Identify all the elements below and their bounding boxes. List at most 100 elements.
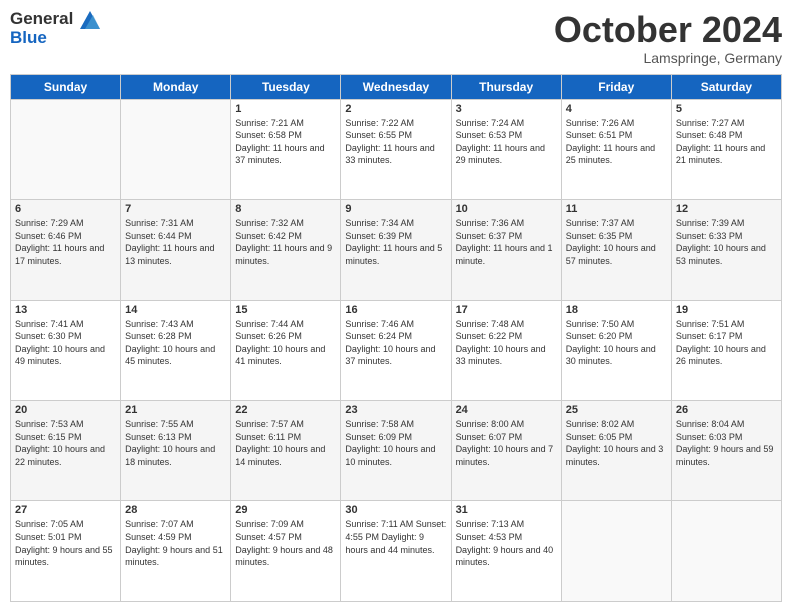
day-info: Sunrise: 7:55 AM Sunset: 6:13 PM Dayligh… xyxy=(125,418,226,468)
day-info: Sunrise: 7:31 AM Sunset: 6:44 PM Dayligh… xyxy=(125,217,226,267)
logo-blue: Blue xyxy=(10,29,100,48)
day-info: Sunrise: 7:53 AM Sunset: 6:15 PM Dayligh… xyxy=(15,418,116,468)
day-number: 1 xyxy=(235,103,336,115)
day-info: Sunrise: 7:34 AM Sunset: 6:39 PM Dayligh… xyxy=(345,217,446,267)
calendar-cell: 25 Sunrise: 8:02 AM Sunset: 6:05 PM Dayli… xyxy=(561,401,671,501)
day-number: 29 xyxy=(235,504,336,516)
page: General Blue October 2024 Lamspringe, Ge… xyxy=(0,0,792,612)
day-number: 19 xyxy=(676,304,777,316)
day-number: 16 xyxy=(345,304,446,316)
calendar-cell xyxy=(121,99,231,199)
day-info: Sunrise: 7:13 AM Sunset: 4:53 PM Dayligh… xyxy=(456,518,557,568)
day-info: Sunrise: 7:36 AM Sunset: 6:37 PM Dayligh… xyxy=(456,217,557,267)
calendar-cell: 21 Sunrise: 7:55 AM Sunset: 6:13 PM Dayli… xyxy=(121,401,231,501)
day-number: 11 xyxy=(566,203,667,215)
day-number: 12 xyxy=(676,203,777,215)
month-title: October 2024 xyxy=(554,10,782,50)
day-number: 14 xyxy=(125,304,226,316)
day-info: Sunrise: 7:48 AM Sunset: 6:22 PM Dayligh… xyxy=(456,318,557,368)
title-block: October 2024 Lamspringe, Germany xyxy=(554,10,782,66)
calendar-cell: 1 Sunrise: 7:21 AM Sunset: 6:58 PM Daylig… xyxy=(231,99,341,199)
day-number: 6 xyxy=(15,203,116,215)
day-number: 30 xyxy=(345,504,446,516)
calendar-cell: 17 Sunrise: 7:48 AM Sunset: 6:22 PM Dayli… xyxy=(451,300,561,400)
calendar-cell: 9 Sunrise: 7:34 AM Sunset: 6:39 PM Daylig… xyxy=(341,200,451,300)
day-info: Sunrise: 7:11 AM Sunset: 4:55 PM Dayligh… xyxy=(345,518,446,556)
day-info: Sunrise: 7:37 AM Sunset: 6:35 PM Dayligh… xyxy=(566,217,667,267)
calendar-table: Sunday Monday Tuesday Wednesday Thursday… xyxy=(10,74,782,602)
day-info: Sunrise: 7:05 AM Sunset: 5:01 PM Dayligh… xyxy=(15,518,116,568)
col-monday: Monday xyxy=(121,74,231,99)
col-wednesday: Wednesday xyxy=(341,74,451,99)
calendar-cell xyxy=(671,501,781,602)
calendar-week-row: 13Sunrise: 7:41 AM Sunset: 6:30 PM Dayli… xyxy=(11,300,782,400)
day-info: Sunrise: 7:46 AM Sunset: 6:24 PM Dayligh… xyxy=(345,318,446,368)
calendar-cell: 15 Sunrise: 7:44 AM Sunset: 6:26 PM Dayli… xyxy=(231,300,341,400)
day-info: Sunrise: 8:04 AM Sunset: 6:03 PM Dayligh… xyxy=(676,418,777,468)
calendar-cell: 18Sunrise: 7:50 AM Sunset: 6:20 PM Dayli… xyxy=(561,300,671,400)
calendar-cell: 13Sunrise: 7:41 AM Sunset: 6:30 PM Dayli… xyxy=(11,300,121,400)
day-number: 21 xyxy=(125,404,226,416)
calendar-cell xyxy=(561,501,671,602)
col-thursday: Thursday xyxy=(451,74,561,99)
day-info: Sunrise: 8:00 AM Sunset: 6:07 PM Dayligh… xyxy=(456,418,557,468)
calendar-header-row: Sunday Monday Tuesday Wednesday Thursday… xyxy=(11,74,782,99)
calendar-cell: 23Sunrise: 7:58 AM Sunset: 6:09 PM Dayli… xyxy=(341,401,451,501)
day-number: 17 xyxy=(456,304,557,316)
day-number: 10 xyxy=(456,203,557,215)
day-info: Sunrise: 7:50 AM Sunset: 6:20 PM Dayligh… xyxy=(566,318,667,368)
calendar-week-row: 6 Sunrise: 7:29 AM Sunset: 6:46 PM Daylig… xyxy=(11,200,782,300)
day-number: 2 xyxy=(345,103,446,115)
calendar-cell: 30 Sunrise: 7:11 AM Sunset: 4:55 PM Dayli… xyxy=(341,501,451,602)
day-number: 22 xyxy=(235,404,336,416)
day-number: 26 xyxy=(676,404,777,416)
calendar-cell: 12 Sunrise: 7:39 AM Sunset: 6:33 PM Dayli… xyxy=(671,200,781,300)
calendar-week-row: 1 Sunrise: 7:21 AM Sunset: 6:58 PM Daylig… xyxy=(11,99,782,199)
day-info: Sunrise: 7:43 AM Sunset: 6:28 PM Dayligh… xyxy=(125,318,226,368)
calendar-cell: 19 Sunrise: 7:51 AM Sunset: 6:17 PM Dayli… xyxy=(671,300,781,400)
logo-block: General Blue xyxy=(10,10,100,47)
calendar-cell: 5Sunrise: 7:27 AM Sunset: 6:48 PM Daylig… xyxy=(671,99,781,199)
day-info: Sunrise: 7:57 AM Sunset: 6:11 PM Dayligh… xyxy=(235,418,336,468)
calendar-cell: 7Sunrise: 7:31 AM Sunset: 6:44 PM Daylig… xyxy=(121,200,231,300)
day-info: Sunrise: 7:09 AM Sunset: 4:57 PM Dayligh… xyxy=(235,518,336,568)
col-tuesday: Tuesday xyxy=(231,74,341,99)
day-number: 20 xyxy=(15,404,116,416)
day-info: Sunrise: 7:41 AM Sunset: 6:30 PM Dayligh… xyxy=(15,318,116,368)
calendar-cell: 20 Sunrise: 7:53 AM Sunset: 6:15 PM Dayli… xyxy=(11,401,121,501)
location: Lamspringe, Germany xyxy=(554,50,782,66)
calendar-cell: 29 Sunrise: 7:09 AM Sunset: 4:57 PM Dayli… xyxy=(231,501,341,602)
day-info: Sunrise: 7:26 AM Sunset: 6:51 PM Dayligh… xyxy=(566,117,667,167)
col-friday: Friday xyxy=(561,74,671,99)
day-number: 25 xyxy=(566,404,667,416)
day-number: 4 xyxy=(566,103,667,115)
calendar-cell: 10 Sunrise: 7:36 AM Sunset: 6:37 PM Dayli… xyxy=(451,200,561,300)
day-number: 3 xyxy=(456,103,557,115)
logo-text: General xyxy=(10,10,100,29)
calendar-cell: 11 Sunrise: 7:37 AM Sunset: 6:35 PM Dayli… xyxy=(561,200,671,300)
day-info: Sunrise: 7:29 AM Sunset: 6:46 PM Dayligh… xyxy=(15,217,116,267)
day-number: 27 xyxy=(15,504,116,516)
header: General Blue October 2024 Lamspringe, Ge… xyxy=(10,10,782,66)
calendar-cell: 31 Sunrise: 7:13 AM Sunset: 4:53 PM Dayli… xyxy=(451,501,561,602)
day-number: 9 xyxy=(345,203,446,215)
day-info: Sunrise: 7:07 AM Sunset: 4:59 PM Dayligh… xyxy=(125,518,226,568)
day-info: Sunrise: 7:22 AM Sunset: 6:55 PM Dayligh… xyxy=(345,117,446,167)
day-info: Sunrise: 7:24 AM Sunset: 6:53 PM Dayligh… xyxy=(456,117,557,167)
day-info: Sunrise: 8:02 AM Sunset: 6:05 PM Dayligh… xyxy=(566,418,667,468)
day-info: Sunrise: 7:21 AM Sunset: 6:58 PM Dayligh… xyxy=(235,117,336,167)
calendar-cell: 2 Sunrise: 7:22 AM Sunset: 6:55 PM Daylig… xyxy=(341,99,451,199)
calendar-cell xyxy=(11,99,121,199)
day-info: Sunrise: 7:44 AM Sunset: 6:26 PM Dayligh… xyxy=(235,318,336,368)
calendar-cell: 14 Sunrise: 7:43 AM Sunset: 6:28 PM Dayli… xyxy=(121,300,231,400)
day-info: Sunrise: 7:51 AM Sunset: 6:17 PM Dayligh… xyxy=(676,318,777,368)
calendar-cell: 6 Sunrise: 7:29 AM Sunset: 6:46 PM Daylig… xyxy=(11,200,121,300)
calendar-cell: 3 Sunrise: 7:24 AM Sunset: 6:53 PM Daylig… xyxy=(451,99,561,199)
calendar-cell: 22 Sunrise: 7:57 AM Sunset: 6:11 PM Dayli… xyxy=(231,401,341,501)
day-number: 15 xyxy=(235,304,336,316)
day-info: Sunrise: 7:39 AM Sunset: 6:33 PM Dayligh… xyxy=(676,217,777,267)
day-number: 8 xyxy=(235,203,336,215)
calendar-cell: 16 Sunrise: 7:46 AM Sunset: 6:24 PM Dayli… xyxy=(341,300,451,400)
day-number: 23 xyxy=(345,404,446,416)
day-number: 31 xyxy=(456,504,557,516)
